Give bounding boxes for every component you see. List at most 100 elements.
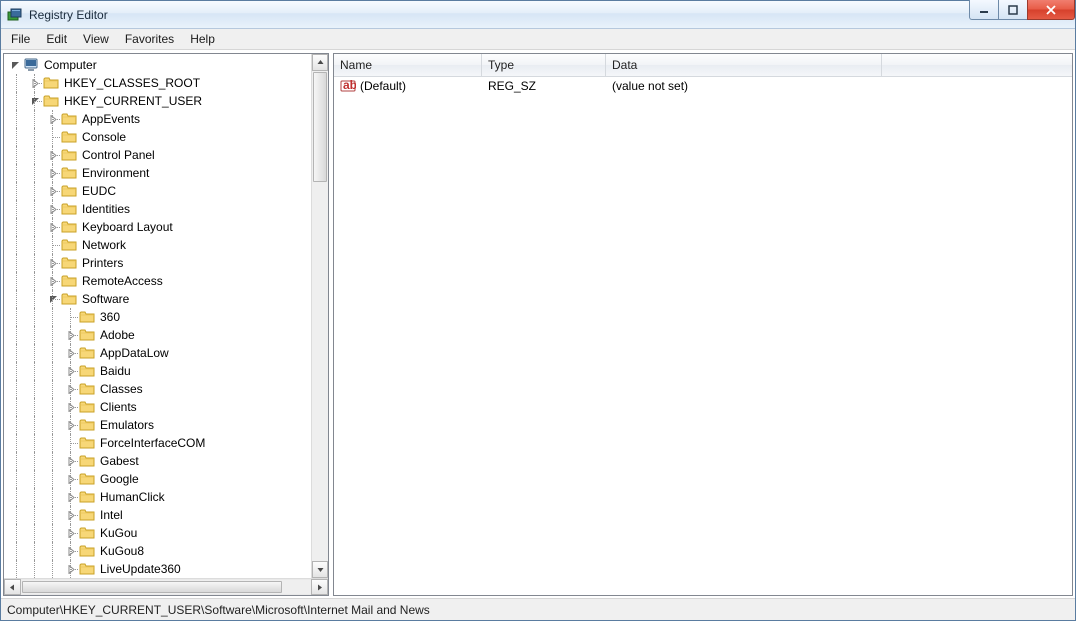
tree-item[interactable]: Baidu <box>6 362 311 380</box>
tree-item[interactable]: HKEY_CLASSES_ROOT <box>6 74 311 92</box>
tree-item[interactable]: ForceInterfaceCOM <box>6 434 311 452</box>
folder-icon <box>79 489 95 505</box>
folder-icon <box>79 399 95 415</box>
tree-item[interactable]: EUDC <box>6 182 311 200</box>
menu-edit[interactable]: Edit <box>38 30 75 48</box>
tree-pane: ComputerHKEY_CLASSES_ROOT HKEY_CURRENT_US… <box>3 53 329 596</box>
tree-item[interactable]: 360 <box>6 308 311 326</box>
tree-item[interactable]: Console <box>6 128 311 146</box>
status-path: Computer\HKEY_CURRENT_USER\Software\Micr… <box>7 603 430 617</box>
folder-icon <box>61 255 77 271</box>
column-header-name[interactable]: Name <box>334 54 482 76</box>
tree-item[interactable]: LiveUpdate360 <box>6 560 311 578</box>
scroll-thumb[interactable] <box>22 581 282 593</box>
folder-icon <box>79 417 95 433</box>
folder-icon <box>79 507 95 523</box>
titlebar[interactable]: Registry Editor <box>1 1 1075 29</box>
minimize-button[interactable] <box>969 0 999 20</box>
folder-icon <box>79 525 95 541</box>
menu-favorites[interactable]: Favorites <box>117 30 182 48</box>
folder-icon <box>61 147 77 163</box>
folder-icon <box>79 543 95 559</box>
value-name: (Default) <box>360 79 406 93</box>
folder-icon <box>61 291 77 307</box>
tree-item[interactable]: Clients <box>6 398 311 416</box>
scroll-up-arrow-icon[interactable] <box>312 54 328 71</box>
tree-item-label: RemoteAccess <box>80 273 165 289</box>
tree-item[interactable]: Software <box>6 290 311 308</box>
column-header-type[interactable]: Type <box>482 54 606 76</box>
tree-item[interactable]: Gabest <box>6 452 311 470</box>
tree-item-label: KuGou <box>98 525 139 541</box>
tree-item[interactable]: Control Panel <box>6 146 311 164</box>
tree-horizontal-scrollbar[interactable] <box>4 578 328 595</box>
close-button[interactable] <box>1027 0 1075 20</box>
folder-icon <box>61 129 77 145</box>
tree-item[interactable]: Environment <box>6 164 311 182</box>
tree-item[interactable]: AppEvents <box>6 110 311 128</box>
tree-scroll[interactable]: ComputerHKEY_CLASSES_ROOT HKEY_CURRENT_US… <box>4 54 311 578</box>
tree-item[interactable]: Network <box>6 236 311 254</box>
scroll-thumb[interactable] <box>313 72 327 182</box>
scroll-down-arrow-icon[interactable] <box>312 561 328 578</box>
tree-item-label: EUDC <box>80 183 118 199</box>
folder-icon <box>43 93 59 109</box>
tree-item-label: Keyboard Layout <box>80 219 175 235</box>
tree-item[interactable]: RemoteAccess <box>6 272 311 290</box>
tree-vertical-scrollbar[interactable] <box>311 54 328 578</box>
content-area: ComputerHKEY_CLASSES_ROOT HKEY_CURRENT_US… <box>1 50 1075 598</box>
scroll-track[interactable] <box>312 71 328 561</box>
tree-item-label: Google <box>98 471 141 487</box>
tree-item-label: Intel <box>98 507 125 523</box>
tree-item-root[interactable]: Computer <box>6 56 311 74</box>
menu-help[interactable]: Help <box>182 30 223 48</box>
folder-icon <box>79 561 95 577</box>
string-value-icon: ab <box>340 78 356 94</box>
list-row[interactable]: ab (Default) REG_SZ (value not set) <box>334 77 1072 95</box>
tree-item[interactable]: Keyboard Layout <box>6 218 311 236</box>
tree-item-label: HKEY_CLASSES_ROOT <box>62 75 202 91</box>
menu-file[interactable]: File <box>3 30 38 48</box>
collapse-icon[interactable] <box>8 58 22 72</box>
value-type: REG_SZ <box>482 79 606 93</box>
menubar: File Edit View Favorites Help <box>1 29 1075 50</box>
window-controls <box>970 0 1075 20</box>
tree-item[interactable]: Google <box>6 470 311 488</box>
tree-item[interactable]: AppDataLow <box>6 344 311 362</box>
tree-item[interactable]: Identities <box>6 200 311 218</box>
tree-item-label: ForceInterfaceCOM <box>98 435 207 451</box>
tree-item-label: AppDataLow <box>98 345 171 361</box>
tree-item[interactable]: Adobe <box>6 326 311 344</box>
tree-item-label: Identities <box>80 201 132 217</box>
folder-icon <box>61 201 77 217</box>
folder-icon <box>61 111 77 127</box>
scroll-track[interactable] <box>21 579 311 595</box>
folder-icon <box>61 237 77 253</box>
column-header-spacer[interactable] <box>882 54 1072 76</box>
tree-item[interactable]: KuGou8 <box>6 542 311 560</box>
menu-view[interactable]: View <box>75 30 117 48</box>
tree-item-label: Network <box>80 237 128 253</box>
tree-item-label: Gabest <box>98 453 141 469</box>
folder-icon <box>79 345 95 361</box>
list-body[interactable]: ab (Default) REG_SZ (value not set) <box>334 77 1072 595</box>
tree-item[interactable]: KuGou <box>6 524 311 542</box>
tree-item[interactable]: Classes <box>6 380 311 398</box>
folder-icon <box>79 327 95 343</box>
column-header-data[interactable]: Data <box>606 54 882 76</box>
tree-item-label: Control Panel <box>80 147 157 163</box>
svg-text:ab: ab <box>343 78 356 92</box>
scroll-right-arrow-icon[interactable] <box>311 579 328 595</box>
tree-item[interactable]: HKEY_CURRENT_USER <box>6 92 311 110</box>
tree-item[interactable]: HumanClick <box>6 488 311 506</box>
maximize-button[interactable] <box>998 0 1028 20</box>
folder-icon <box>61 165 77 181</box>
tree-item[interactable]: Printers <box>6 254 311 272</box>
tree-item-label: HumanClick <box>98 489 167 505</box>
tree-item[interactable]: Emulators <box>6 416 311 434</box>
tree-item-label: Baidu <box>98 363 133 379</box>
scroll-left-arrow-icon[interactable] <box>4 579 21 595</box>
tree-item[interactable]: Intel <box>6 506 311 524</box>
tree-item-label: Environment <box>80 165 151 181</box>
tree-item-label: HKEY_CURRENT_USER <box>62 93 204 109</box>
